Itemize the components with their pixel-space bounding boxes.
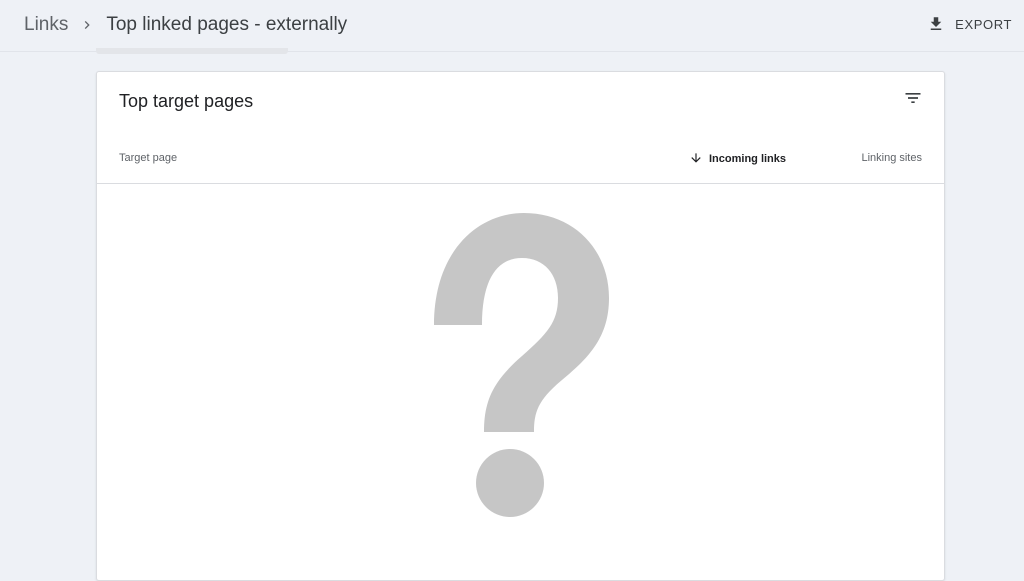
table-header: Target page Incoming links Linking sites	[97, 134, 944, 184]
filter-button[interactable]	[902, 89, 924, 111]
breadcrumb: Links Top linked pages - externally	[24, 13, 347, 37]
chevron-right-icon	[68, 13, 106, 37]
filter-icon	[903, 88, 923, 113]
column-header-target-page[interactable]: Target page	[119, 152, 177, 164]
column-header-incoming-links[interactable]: Incoming links	[689, 152, 786, 165]
tab-indicator	[96, 48, 288, 54]
breadcrumb-links-link[interactable]: Links	[24, 14, 68, 36]
download-icon	[927, 15, 945, 33]
page-title: Top linked pages - externally	[106, 14, 348, 35]
export-button[interactable]: EXPORT	[927, 12, 1012, 36]
arrow-down-icon	[689, 151, 703, 165]
column-header-linking-sites[interactable]: Linking sites	[861, 152, 922, 164]
export-label: EXPORT	[955, 16, 1012, 32]
question-mark-icon	[412, 212, 612, 522]
page-header: Links Top linked pages - externally EXPO…	[0, 0, 1024, 52]
top-target-pages-card: Top target pages Target page Incoming li…	[96, 71, 945, 581]
incoming-links-label: Incoming links	[709, 152, 787, 165]
card-title: Top target pages	[119, 91, 254, 111]
